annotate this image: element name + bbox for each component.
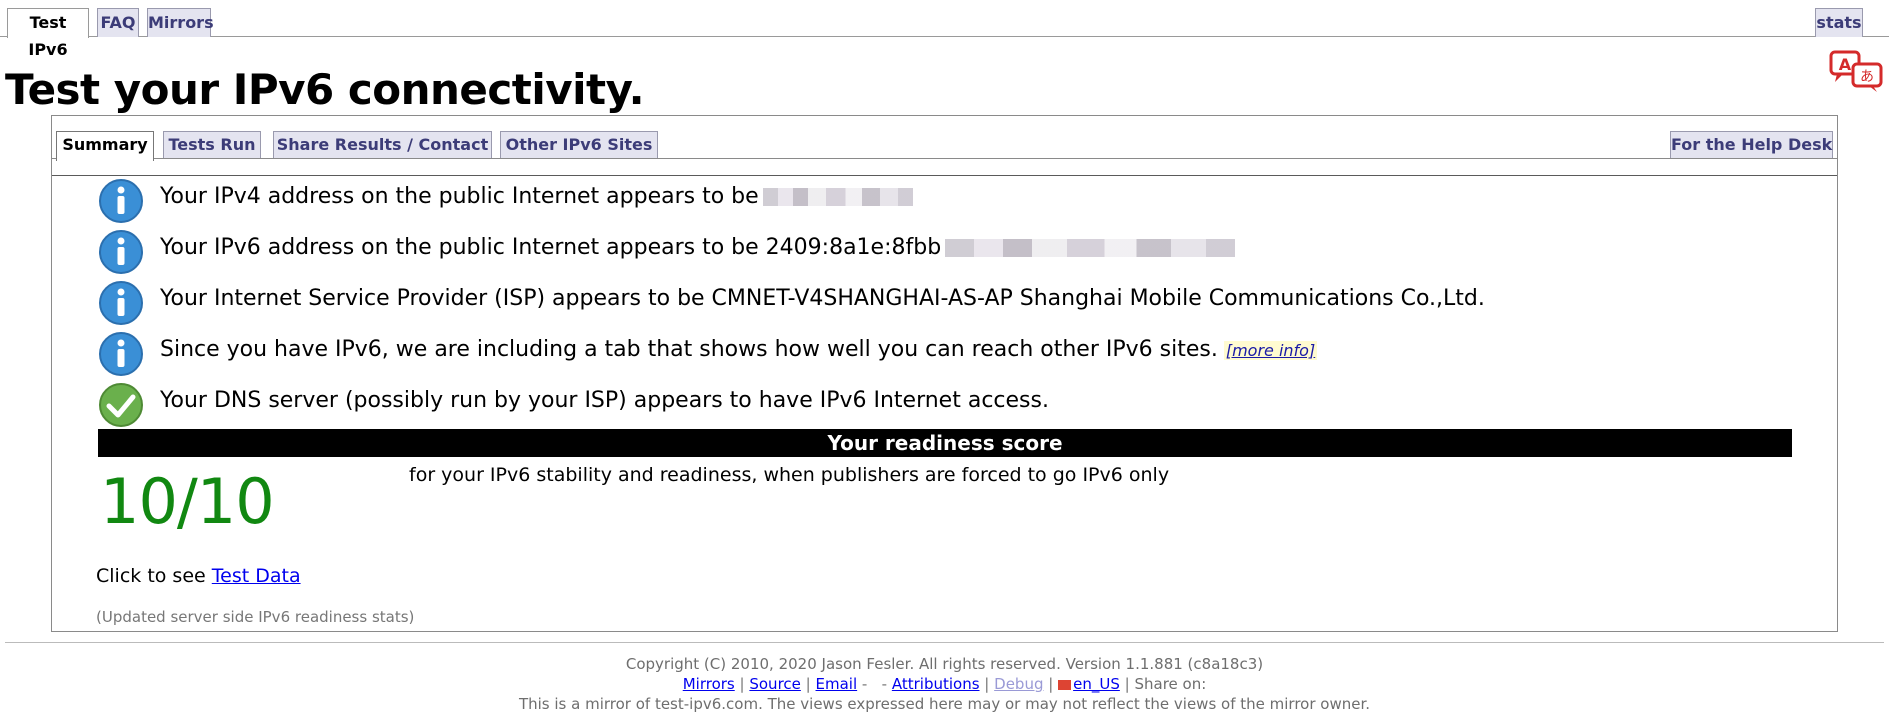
updated-stats-link[interactable]: (Updated server side IPv6 readiness stat… xyxy=(96,607,414,627)
result-text: Your Internet Service Provider (ISP) app… xyxy=(160,286,1485,311)
tab-faq[interactable]: FAQ xyxy=(97,8,139,37)
check-icon xyxy=(99,383,143,427)
readiness-description: for your IPv6 stability and readiness, w… xyxy=(409,464,1170,486)
test-data-line: Click to see Test Data xyxy=(96,562,301,590)
tab-stats[interactable]: stats xyxy=(1815,8,1863,37)
footer-source-link[interactable]: Source xyxy=(749,675,801,693)
svg-text:A: A xyxy=(1839,55,1852,74)
info-icon xyxy=(99,332,143,376)
footer-mirrors-link[interactable]: Mirrors xyxy=(683,675,735,693)
result-ipv6: Your IPv6 address on the public Internet… xyxy=(98,229,1798,277)
footer-debug-link[interactable]: Debug xyxy=(994,675,1043,693)
copyright: Copyright (C) 2010, 2020 Jason Fesler. A… xyxy=(625,655,1264,673)
sub-tab-rule xyxy=(52,158,1837,159)
ipv6-label: Your IPv6 address on the public Internet… xyxy=(160,235,942,260)
ipv4-label: Your IPv4 address on the public Internet… xyxy=(160,184,759,209)
footer-email-link[interactable]: Email xyxy=(816,675,858,693)
ipv6-tab-note-label: Since you have IPv6, we are including a … xyxy=(160,337,1218,362)
footer-divider xyxy=(5,642,1884,643)
svg-text:あ: あ xyxy=(1860,69,1874,85)
mirror-note: This is a mirror of test-ipv6.com. The v… xyxy=(518,695,1371,713)
result-text: Your IPv6 address on the public Internet… xyxy=(160,233,1236,263)
tab-mirrors[interactable]: Mirrors xyxy=(147,8,214,37)
footer-locale-link[interactable]: en_US xyxy=(1073,675,1120,693)
redacted-ipv6 xyxy=(945,239,1236,257)
tab-test-ipv6[interactable]: Test IPv6 xyxy=(7,8,89,59)
tab-summary[interactable]: Summary xyxy=(56,131,154,161)
tab-tests-run[interactable]: Tests Run xyxy=(163,131,261,158)
footer-links: Mirrors | Source | Email - - Attribution… xyxy=(682,675,1207,693)
info-icon xyxy=(99,230,143,274)
result-text: Your IPv4 address on the public Internet… xyxy=(160,182,913,212)
locale-flag-icon xyxy=(1058,679,1072,690)
result-text: Since you have IPv6, we are including a … xyxy=(160,335,1318,366)
footer: Copyright (C) 2010, 2020 Jason Fesler. A… xyxy=(0,654,1889,714)
readiness-score: 10/10 xyxy=(100,465,275,538)
sub-tab-bar: Summary Tests Run Share Results / Contac… xyxy=(52,116,1837,176)
more-info-link[interactable]: [more info] xyxy=(1223,341,1318,360)
result-ipv6-tab-note: Since you have IPv6, we are including a … xyxy=(98,331,1798,379)
result-dns: Your DNS server (possibly run by your IS… xyxy=(98,382,1798,430)
page-title: Test your IPv6 connectivity. xyxy=(5,65,645,114)
tab-other-ipv6-sites[interactable]: Other IPv6 Sites xyxy=(500,131,658,158)
tab-share-results[interactable]: Share Results / Contact xyxy=(273,131,492,158)
result-isp: Your Internet Service Provider (ISP) app… xyxy=(98,280,1798,328)
footer-attributions-link[interactable]: Attributions xyxy=(892,675,980,693)
test-data-link[interactable]: Test Data xyxy=(212,565,301,587)
share-on-label: Share on: xyxy=(1134,675,1207,693)
result-text: Your DNS server (possibly run by your IS… xyxy=(160,388,1049,413)
info-icon xyxy=(99,179,143,223)
top-tab-bar: Test IPv6 FAQ Mirrors stats xyxy=(0,0,1889,59)
redacted-ipv4 xyxy=(762,188,913,206)
readiness-header: Your readiness score xyxy=(98,429,1792,457)
results-panel: Summary Tests Run Share Results / Contac… xyxy=(51,115,1838,632)
test-data-prefix: Click to see xyxy=(96,565,206,587)
translate-icon[interactable]: A あ xyxy=(1829,50,1885,92)
info-icon xyxy=(99,281,143,325)
tab-help-desk[interactable]: For the Help Desk xyxy=(1670,131,1833,158)
result-ipv4: Your IPv4 address on the public Internet… xyxy=(98,178,1798,226)
